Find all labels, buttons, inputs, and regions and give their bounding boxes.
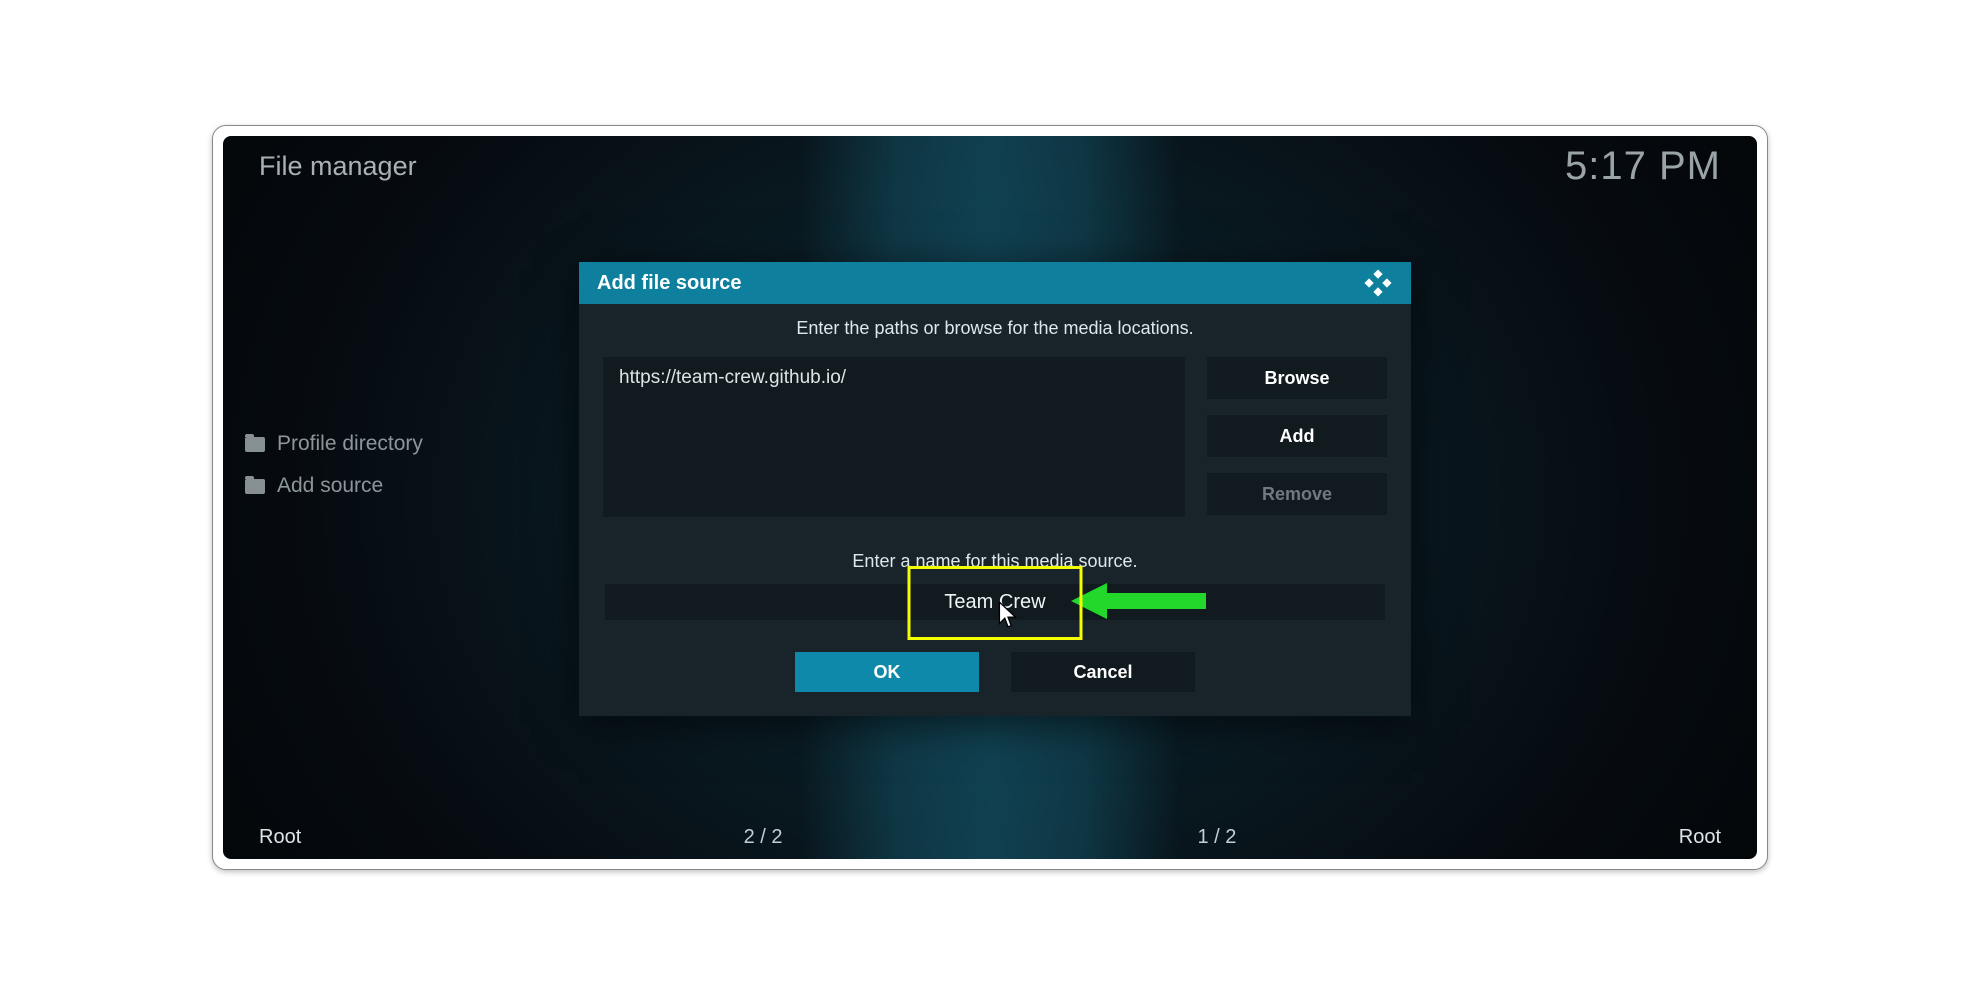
dialog-title: Add file source bbox=[597, 272, 741, 295]
left-count: 2 / 2 bbox=[744, 826, 783, 849]
clock: 5:17 PM bbox=[1565, 144, 1721, 189]
name-input-wrap: Team Crew bbox=[603, 584, 1387, 620]
name-instruction: Enter a name for this media source. bbox=[603, 551, 1387, 572]
ok-button[interactable]: OK bbox=[795, 652, 979, 692]
paths-row: https://team-crew.github.io/ Browse Add … bbox=[603, 357, 1387, 517]
right-root-label: Root bbox=[1679, 826, 1721, 849]
dialog-actions: OK Cancel bbox=[603, 652, 1387, 692]
path-value: https://team-crew.github.io/ bbox=[619, 367, 846, 388]
source-name-value: Team Crew bbox=[944, 591, 1045, 614]
path-side-buttons: Browse Add Remove bbox=[1207, 357, 1387, 517]
source-name-input[interactable]: Team Crew bbox=[605, 584, 1385, 620]
sidebar-item-label: Add source bbox=[277, 474, 383, 498]
paths-instruction: Enter the paths or browse for the media … bbox=[603, 318, 1387, 339]
dialog-body: Enter the paths or browse for the media … bbox=[579, 304, 1411, 716]
remove-button[interactable]: Remove bbox=[1207, 473, 1387, 515]
left-source-list: Profile directory Add source bbox=[245, 432, 423, 498]
page-title: File manager bbox=[259, 151, 417, 182]
top-bar: File manager 5:17 PM bbox=[223, 136, 1757, 196]
folder-icon bbox=[245, 437, 265, 452]
right-count: 1 / 2 bbox=[1198, 826, 1237, 849]
kodi-logo-icon bbox=[1363, 268, 1393, 298]
bottom-bar: Root 2 / 2 1 / 2 Root bbox=[223, 815, 1757, 859]
add-file-source-dialog: Add file source Enter the paths or brows… bbox=[579, 262, 1411, 716]
cancel-button[interactable]: Cancel bbox=[1011, 652, 1195, 692]
kodi-screen: File manager 5:17 PM Profile directory A… bbox=[223, 136, 1757, 859]
dialog-header: Add file source bbox=[579, 262, 1411, 304]
sidebar-item-profile-directory[interactable]: Profile directory bbox=[245, 432, 423, 456]
sidebar-item-label: Profile directory bbox=[277, 432, 423, 456]
paths-input[interactable]: https://team-crew.github.io/ bbox=[603, 357, 1185, 517]
browse-button[interactable]: Browse bbox=[1207, 357, 1387, 399]
sidebar-item-add-source[interactable]: Add source bbox=[245, 474, 423, 498]
left-root-label: Root bbox=[259, 826, 301, 849]
app-frame: File manager 5:17 PM Profile directory A… bbox=[212, 125, 1768, 870]
add-button[interactable]: Add bbox=[1207, 415, 1387, 457]
folder-icon bbox=[245, 479, 265, 494]
footer-counts: 2 / 2 1 / 2 bbox=[223, 826, 1757, 849]
